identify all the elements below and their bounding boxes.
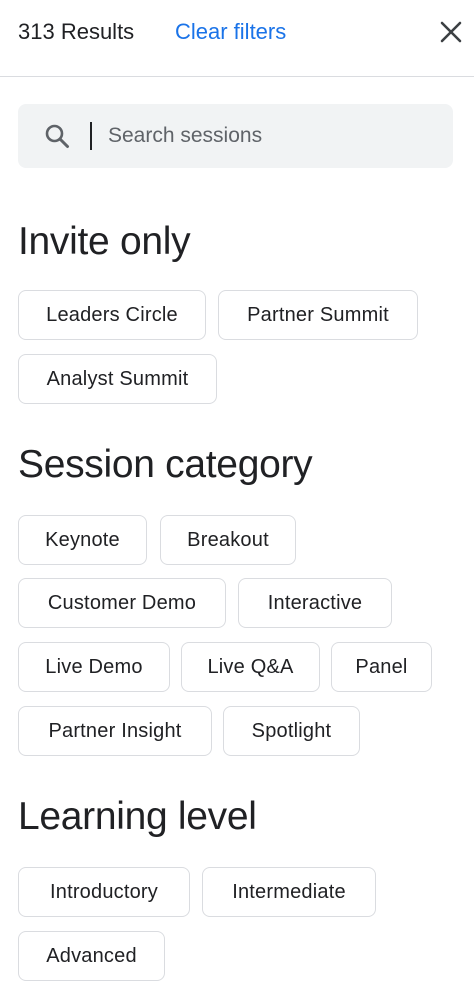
filter-header: 313 Results Clear filters bbox=[0, 0, 474, 77]
chip-spotlight[interactable]: Spotlight bbox=[223, 706, 360, 756]
section-title-learning-level: Learning level bbox=[18, 795, 257, 838]
chip-live-qa[interactable]: Live Q&A bbox=[181, 642, 320, 692]
chip-live-demo[interactable]: Live Demo bbox=[18, 642, 170, 692]
chip-advanced[interactable]: Advanced bbox=[18, 931, 165, 981]
chip-intermediate[interactable]: Intermediate bbox=[202, 867, 376, 917]
close-button[interactable] bbox=[436, 17, 466, 47]
search-icon bbox=[44, 123, 70, 149]
section-title-session-category: Session category bbox=[18, 443, 313, 486]
chip-breakout[interactable]: Breakout bbox=[160, 515, 296, 565]
chip-partner-summit[interactable]: Partner Summit bbox=[218, 290, 418, 340]
close-icon bbox=[440, 21, 462, 43]
chip-analyst-summit[interactable]: Analyst Summit bbox=[18, 354, 217, 404]
chip-leaders-circle[interactable]: Leaders Circle bbox=[18, 290, 206, 340]
chip-interactive[interactable]: Interactive bbox=[238, 578, 392, 628]
clear-filters-link[interactable]: Clear filters bbox=[175, 18, 286, 46]
chip-keynote[interactable]: Keynote bbox=[18, 515, 147, 565]
text-cursor bbox=[90, 122, 92, 150]
search-input[interactable] bbox=[90, 118, 430, 154]
results-count: 313 Results bbox=[18, 19, 135, 44]
chip-partner-insight[interactable]: Partner Insight bbox=[18, 706, 212, 756]
chip-panel[interactable]: Panel bbox=[331, 642, 432, 692]
chip-customer-demo[interactable]: Customer Demo bbox=[18, 578, 226, 628]
search-box bbox=[18, 104, 453, 168]
filter-panel: 313 Results Clear filters Invite only Le… bbox=[0, 0, 474, 1000]
chip-introductory[interactable]: Introductory bbox=[18, 867, 190, 917]
section-title-invite-only: Invite only bbox=[18, 220, 191, 263]
